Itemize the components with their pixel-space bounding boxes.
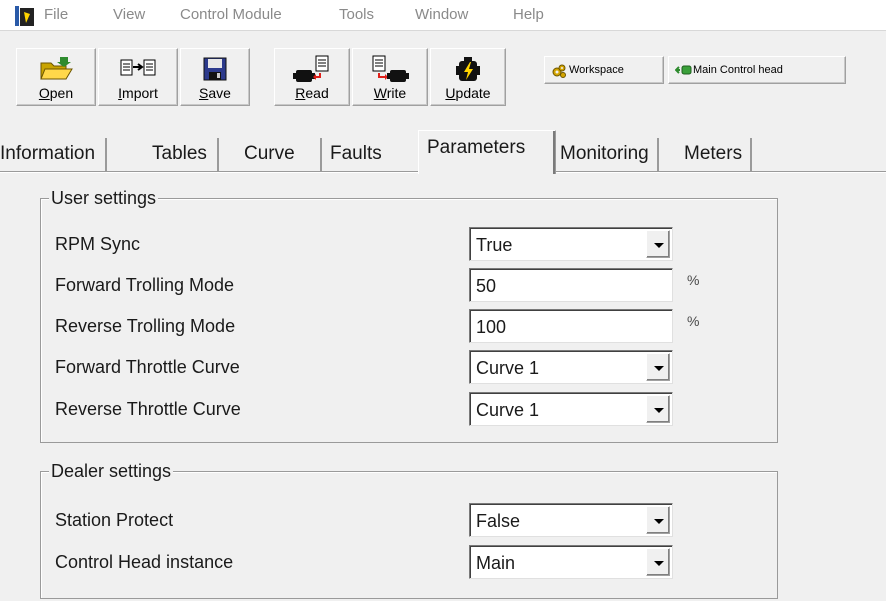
tab-tables[interactable]: Tables	[152, 138, 219, 172]
workspace-label: Workspace	[569, 64, 624, 76]
chevron-down-icon[interactable]	[646, 353, 670, 381]
save-label: Save	[199, 85, 231, 101]
app-window: File View Control Module Tools Window He…	[0, 0, 886, 601]
forward-trolling-mode-input[interactable]: 50	[469, 268, 673, 302]
menu-view[interactable]: View	[113, 5, 145, 25]
menu-help[interactable]: Help	[513, 5, 544, 25]
write-module-icon	[372, 55, 409, 82]
menu-window[interactable]: Window	[415, 5, 468, 25]
reverse-throttle-curve-value: Curve 1	[476, 400, 540, 420]
forward-trolling-mode-value: 50	[476, 276, 497, 296]
control-head-instance-dropdown[interactable]: Main	[469, 545, 673, 579]
open-button[interactable]: Open	[16, 48, 96, 106]
control-head-icon	[675, 65, 692, 75]
forward-throttle-curve-value: Curve 1	[476, 358, 540, 378]
read-module-icon	[293, 55, 329, 82]
chevron-down-icon[interactable]	[646, 506, 670, 534]
main-control-head-button[interactable]: Main Control head	[668, 56, 846, 84]
control-head-instance-value: Main	[476, 553, 516, 573]
tab-strip: Information Tables Curve Faults Paramete…	[0, 130, 886, 174]
tab-parameters[interactable]: Parameters	[418, 130, 556, 174]
tab-meters[interactable]: Meters	[684, 138, 753, 172]
main-control-head-label: Main Control head	[693, 64, 783, 76]
update-label: Update	[445, 85, 491, 101]
chevron-down-icon[interactable]	[646, 395, 670, 423]
write-label: Write	[373, 85, 407, 101]
dealer-settings-group: Dealer settings Station Protect False Co…	[40, 461, 778, 599]
tab-monitoring[interactable]: Monitoring	[560, 138, 659, 172]
control-head-instance-label: Control Head instance	[55, 552, 234, 572]
read-button[interactable]: Read	[274, 48, 350, 106]
menu-control-module[interactable]: Control Module	[180, 5, 282, 25]
forward-trolling-mode-label: Forward Trolling Mode	[55, 275, 235, 295]
dealer-settings-title: Dealer settings	[49, 461, 174, 481]
workspace-button[interactable]: Workspace	[544, 56, 664, 84]
toolbar: Open Import Save Read Write Update Works…	[0, 32, 886, 132]
reverse-throttle-curve-dropdown[interactable]: Curve 1	[469, 392, 673, 426]
menu-file[interactable]: File	[44, 5, 68, 25]
tab-faults[interactable]: Faults	[320, 138, 382, 172]
menu-bar: File View Control Module Tools Window He…	[0, 0, 886, 31]
rpm-sync-value: True	[476, 235, 513, 255]
station-protect-dropdown[interactable]: False	[469, 503, 673, 537]
folder-open-icon	[40, 57, 73, 80]
reverse-throttle-curve-label: Reverse Throttle Curve	[55, 399, 241, 419]
tab-information[interactable]: Information	[0, 138, 108, 172]
reverse-trolling-unit: %	[687, 313, 700, 329]
update-lightning-icon	[456, 57, 480, 81]
menu-tools[interactable]: Tools	[339, 5, 374, 25]
station-protect-label: Station Protect	[55, 510, 174, 530]
reverse-trolling-mode-input[interactable]: 100	[469, 309, 673, 343]
gears-icon	[552, 64, 566, 78]
chevron-down-icon[interactable]	[646, 230, 670, 258]
read-label: Read	[295, 85, 329, 101]
reverse-trolling-mode-label: Reverse Trolling Mode	[55, 316, 236, 336]
import-label: Import	[118, 85, 158, 101]
chevron-down-icon[interactable]	[646, 548, 670, 576]
rpm-sync-label: RPM Sync	[55, 234, 141, 254]
user-settings-group: User settings RPM Sync True Forward Trol…	[40, 188, 778, 443]
open-label: Open	[38, 85, 74, 101]
station-protect-value: False	[476, 511, 521, 531]
floppy-disk-icon	[203, 57, 227, 81]
import-button[interactable]: Import	[98, 48, 178, 106]
forward-throttle-curve-dropdown[interactable]: Curve 1	[469, 350, 673, 384]
reverse-trolling-mode-value: 100	[476, 317, 507, 337]
tab-curve[interactable]: Curve	[244, 138, 309, 172]
save-button[interactable]: Save	[180, 48, 250, 106]
forward-trolling-unit: %	[687, 272, 700, 288]
forward-throttle-curve-label: Forward Throttle Curve	[55, 357, 240, 377]
write-button[interactable]: Write	[352, 48, 428, 106]
rpm-sync-dropdown[interactable]: True	[469, 227, 673, 261]
app-logo-icon	[15, 6, 34, 26]
update-button[interactable]: Update	[430, 48, 506, 106]
user-settings-title: User settings	[49, 188, 159, 208]
import-icon	[120, 59, 156, 76]
